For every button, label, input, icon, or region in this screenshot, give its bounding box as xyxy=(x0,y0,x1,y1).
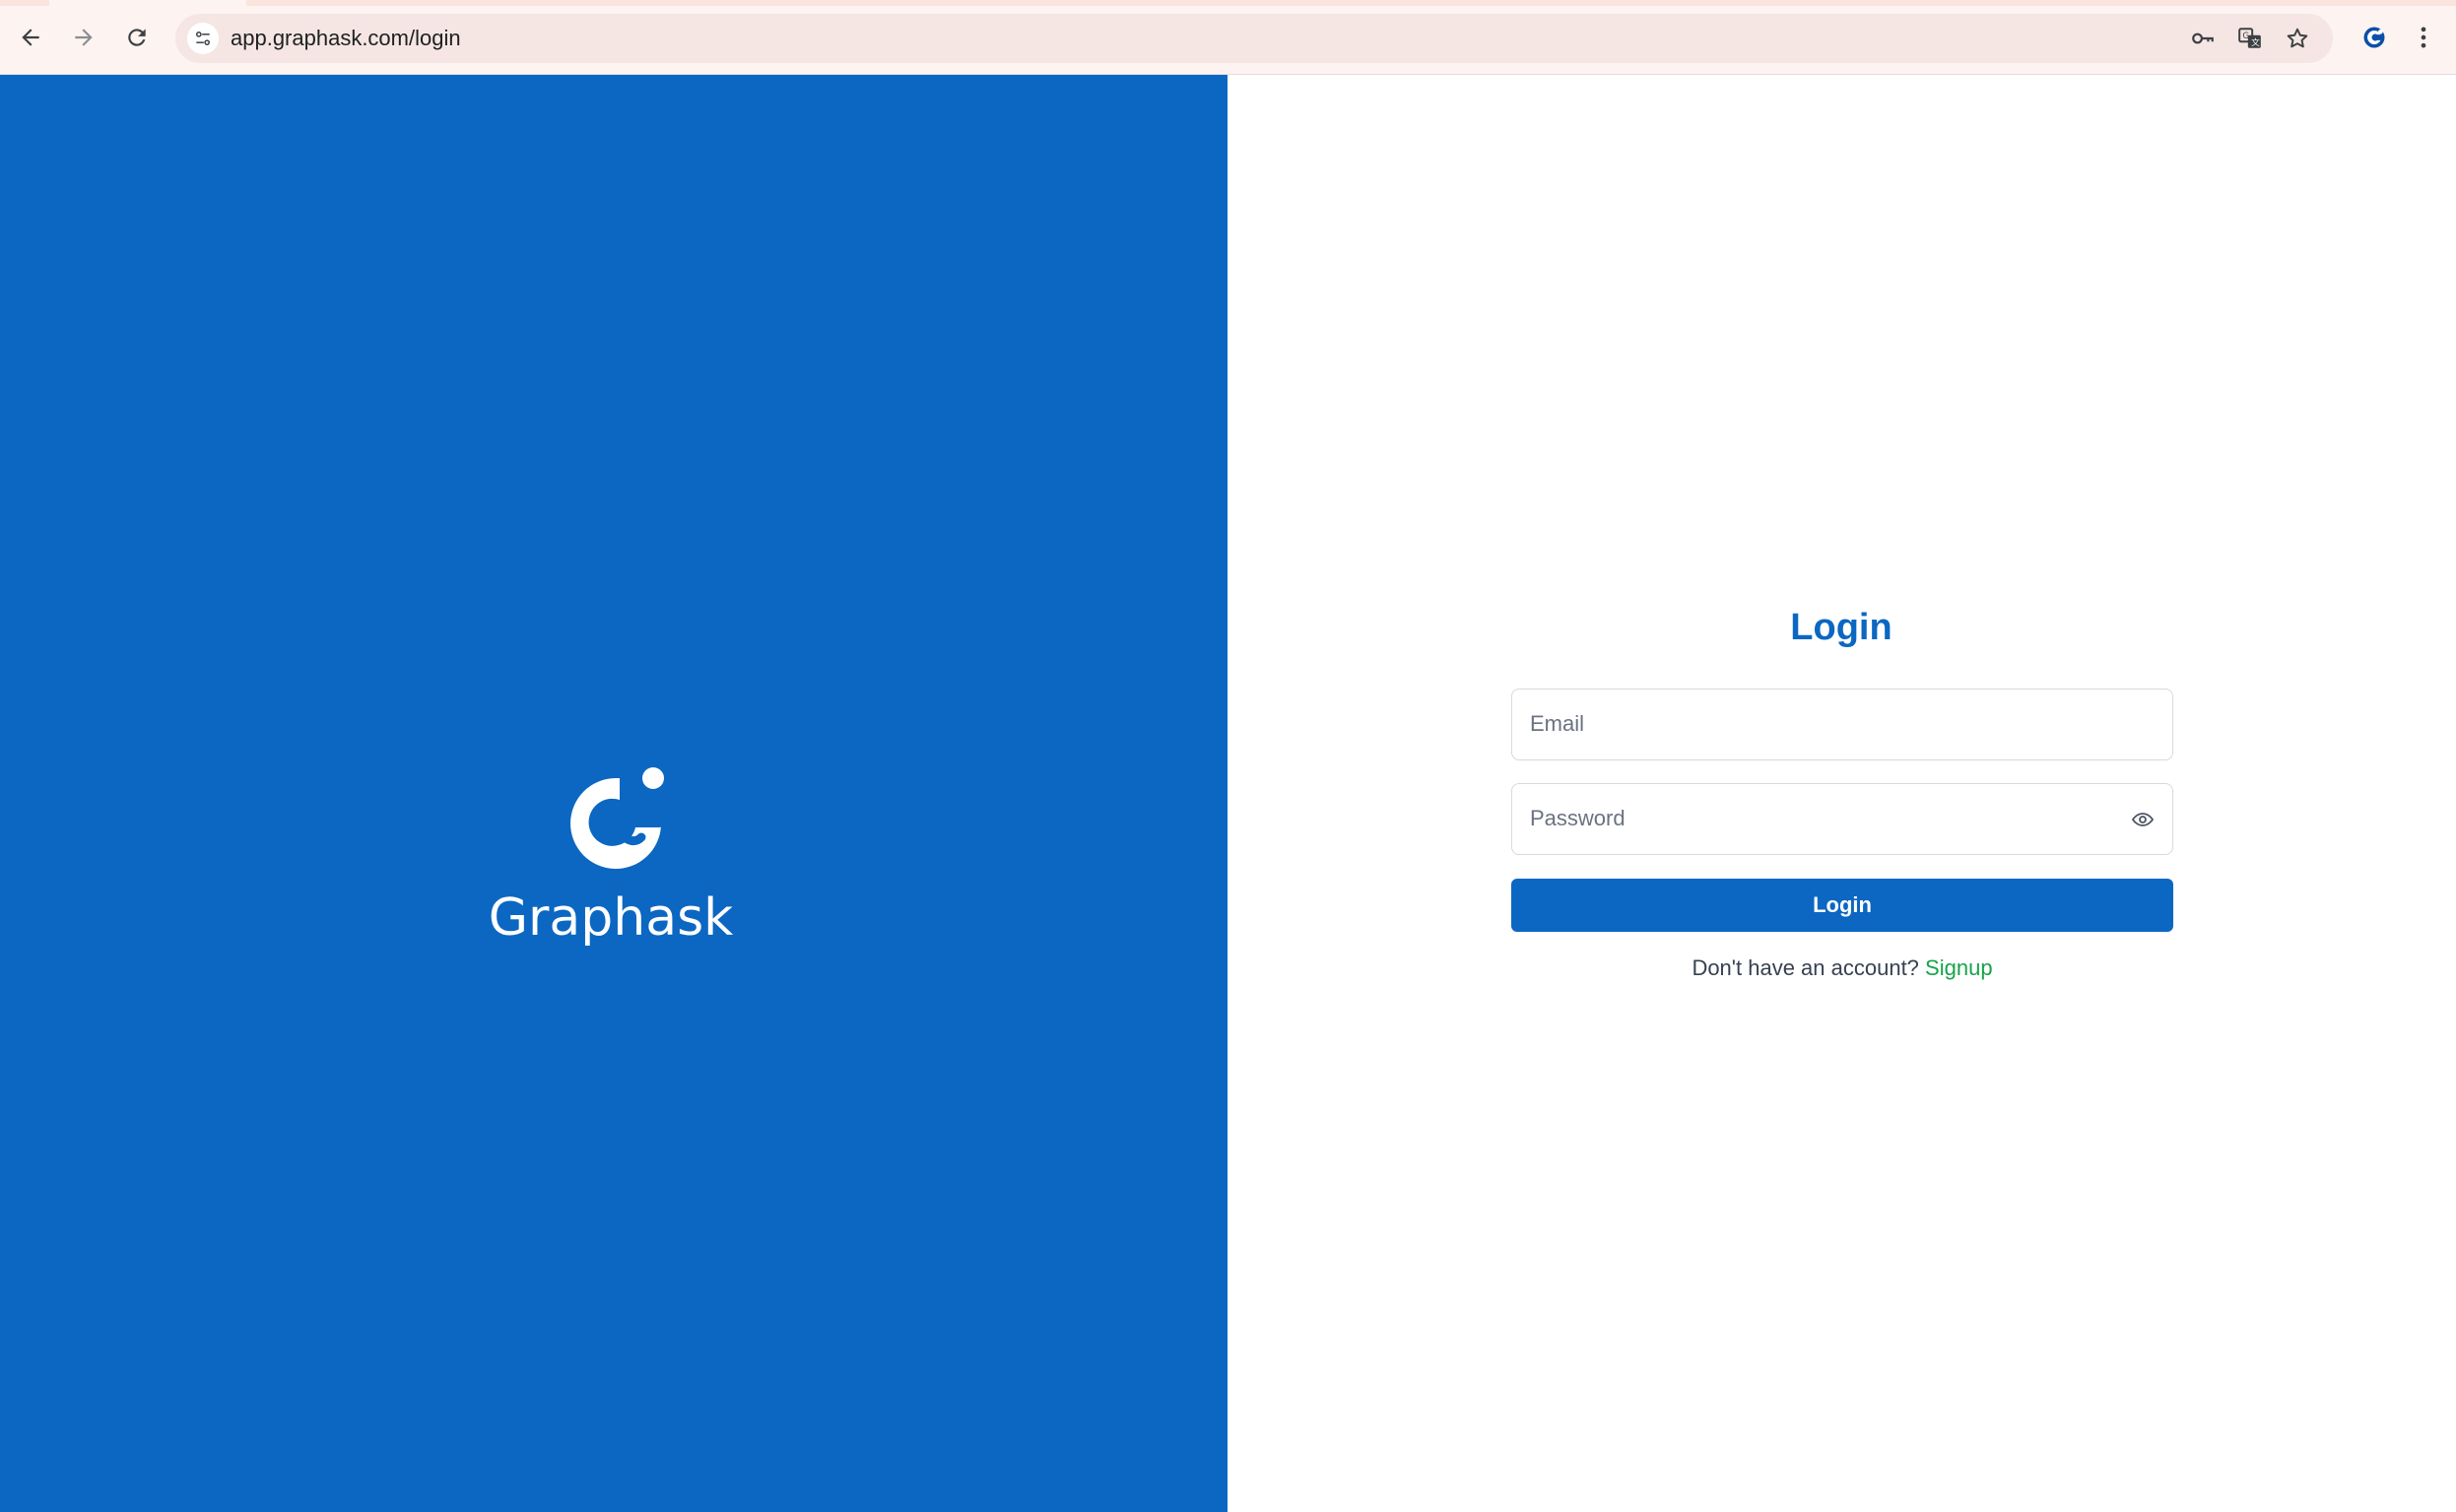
graphask-logo-icon xyxy=(570,767,664,869)
tune-icon xyxy=(196,32,210,46)
forward-button[interactable] xyxy=(64,18,103,57)
svg-text:G: G xyxy=(2242,32,2249,41)
email-field[interactable] xyxy=(1511,689,2173,760)
browser-menu-button[interactable] xyxy=(2408,22,2439,53)
login-button[interactable]: Login xyxy=(1511,879,2173,932)
password-input[interactable] xyxy=(1530,784,2121,853)
extension-button[interactable] xyxy=(2358,22,2390,53)
extension-icon xyxy=(2363,27,2385,48)
reload-button[interactable] xyxy=(117,18,157,57)
translate-button[interactable]: G 文 xyxy=(2234,23,2266,54)
login-title: Login xyxy=(1790,607,1892,648)
arrow-left-icon xyxy=(22,29,39,46)
brand-panel: Graphask xyxy=(0,75,1228,1512)
kebab-menu-icon xyxy=(2421,27,2426,48)
arrow-right-icon xyxy=(75,29,93,46)
eye-icon xyxy=(2131,813,2155,826)
brand-name: Graphask xyxy=(488,888,734,948)
address-bar[interactable]: app.graphask.com/login G 文 xyxy=(175,14,2333,63)
password-manager-button[interactable] xyxy=(2187,23,2219,54)
key-icon xyxy=(2192,33,2214,44)
back-button[interactable] xyxy=(11,18,50,57)
tab-strip-edge xyxy=(0,0,2456,6)
signup-prompt: Don't have an account? Signup xyxy=(1511,955,2173,981)
site-info-button[interactable] xyxy=(187,23,219,54)
password-field[interactable] xyxy=(1511,783,2173,855)
svg-text:文: 文 xyxy=(2251,36,2260,48)
url-text[interactable]: app.graphask.com/login xyxy=(231,26,461,51)
signup-link[interactable]: Signup xyxy=(1925,955,1993,980)
translate-icon: G 文 xyxy=(2238,28,2261,48)
star-icon xyxy=(2287,28,2308,48)
login-panel: Login Login Don't have an account? Signu… xyxy=(1228,75,2456,1512)
email-input[interactable] xyxy=(1530,690,2121,758)
show-password-toggle[interactable] xyxy=(2129,806,2157,833)
browser-toolbar: app.graphask.com/login G 文 xyxy=(0,0,2456,75)
bookmark-button[interactable] xyxy=(2282,23,2313,54)
reload-icon xyxy=(128,29,146,46)
signup-prompt-text: Don't have an account? xyxy=(1692,955,1919,980)
